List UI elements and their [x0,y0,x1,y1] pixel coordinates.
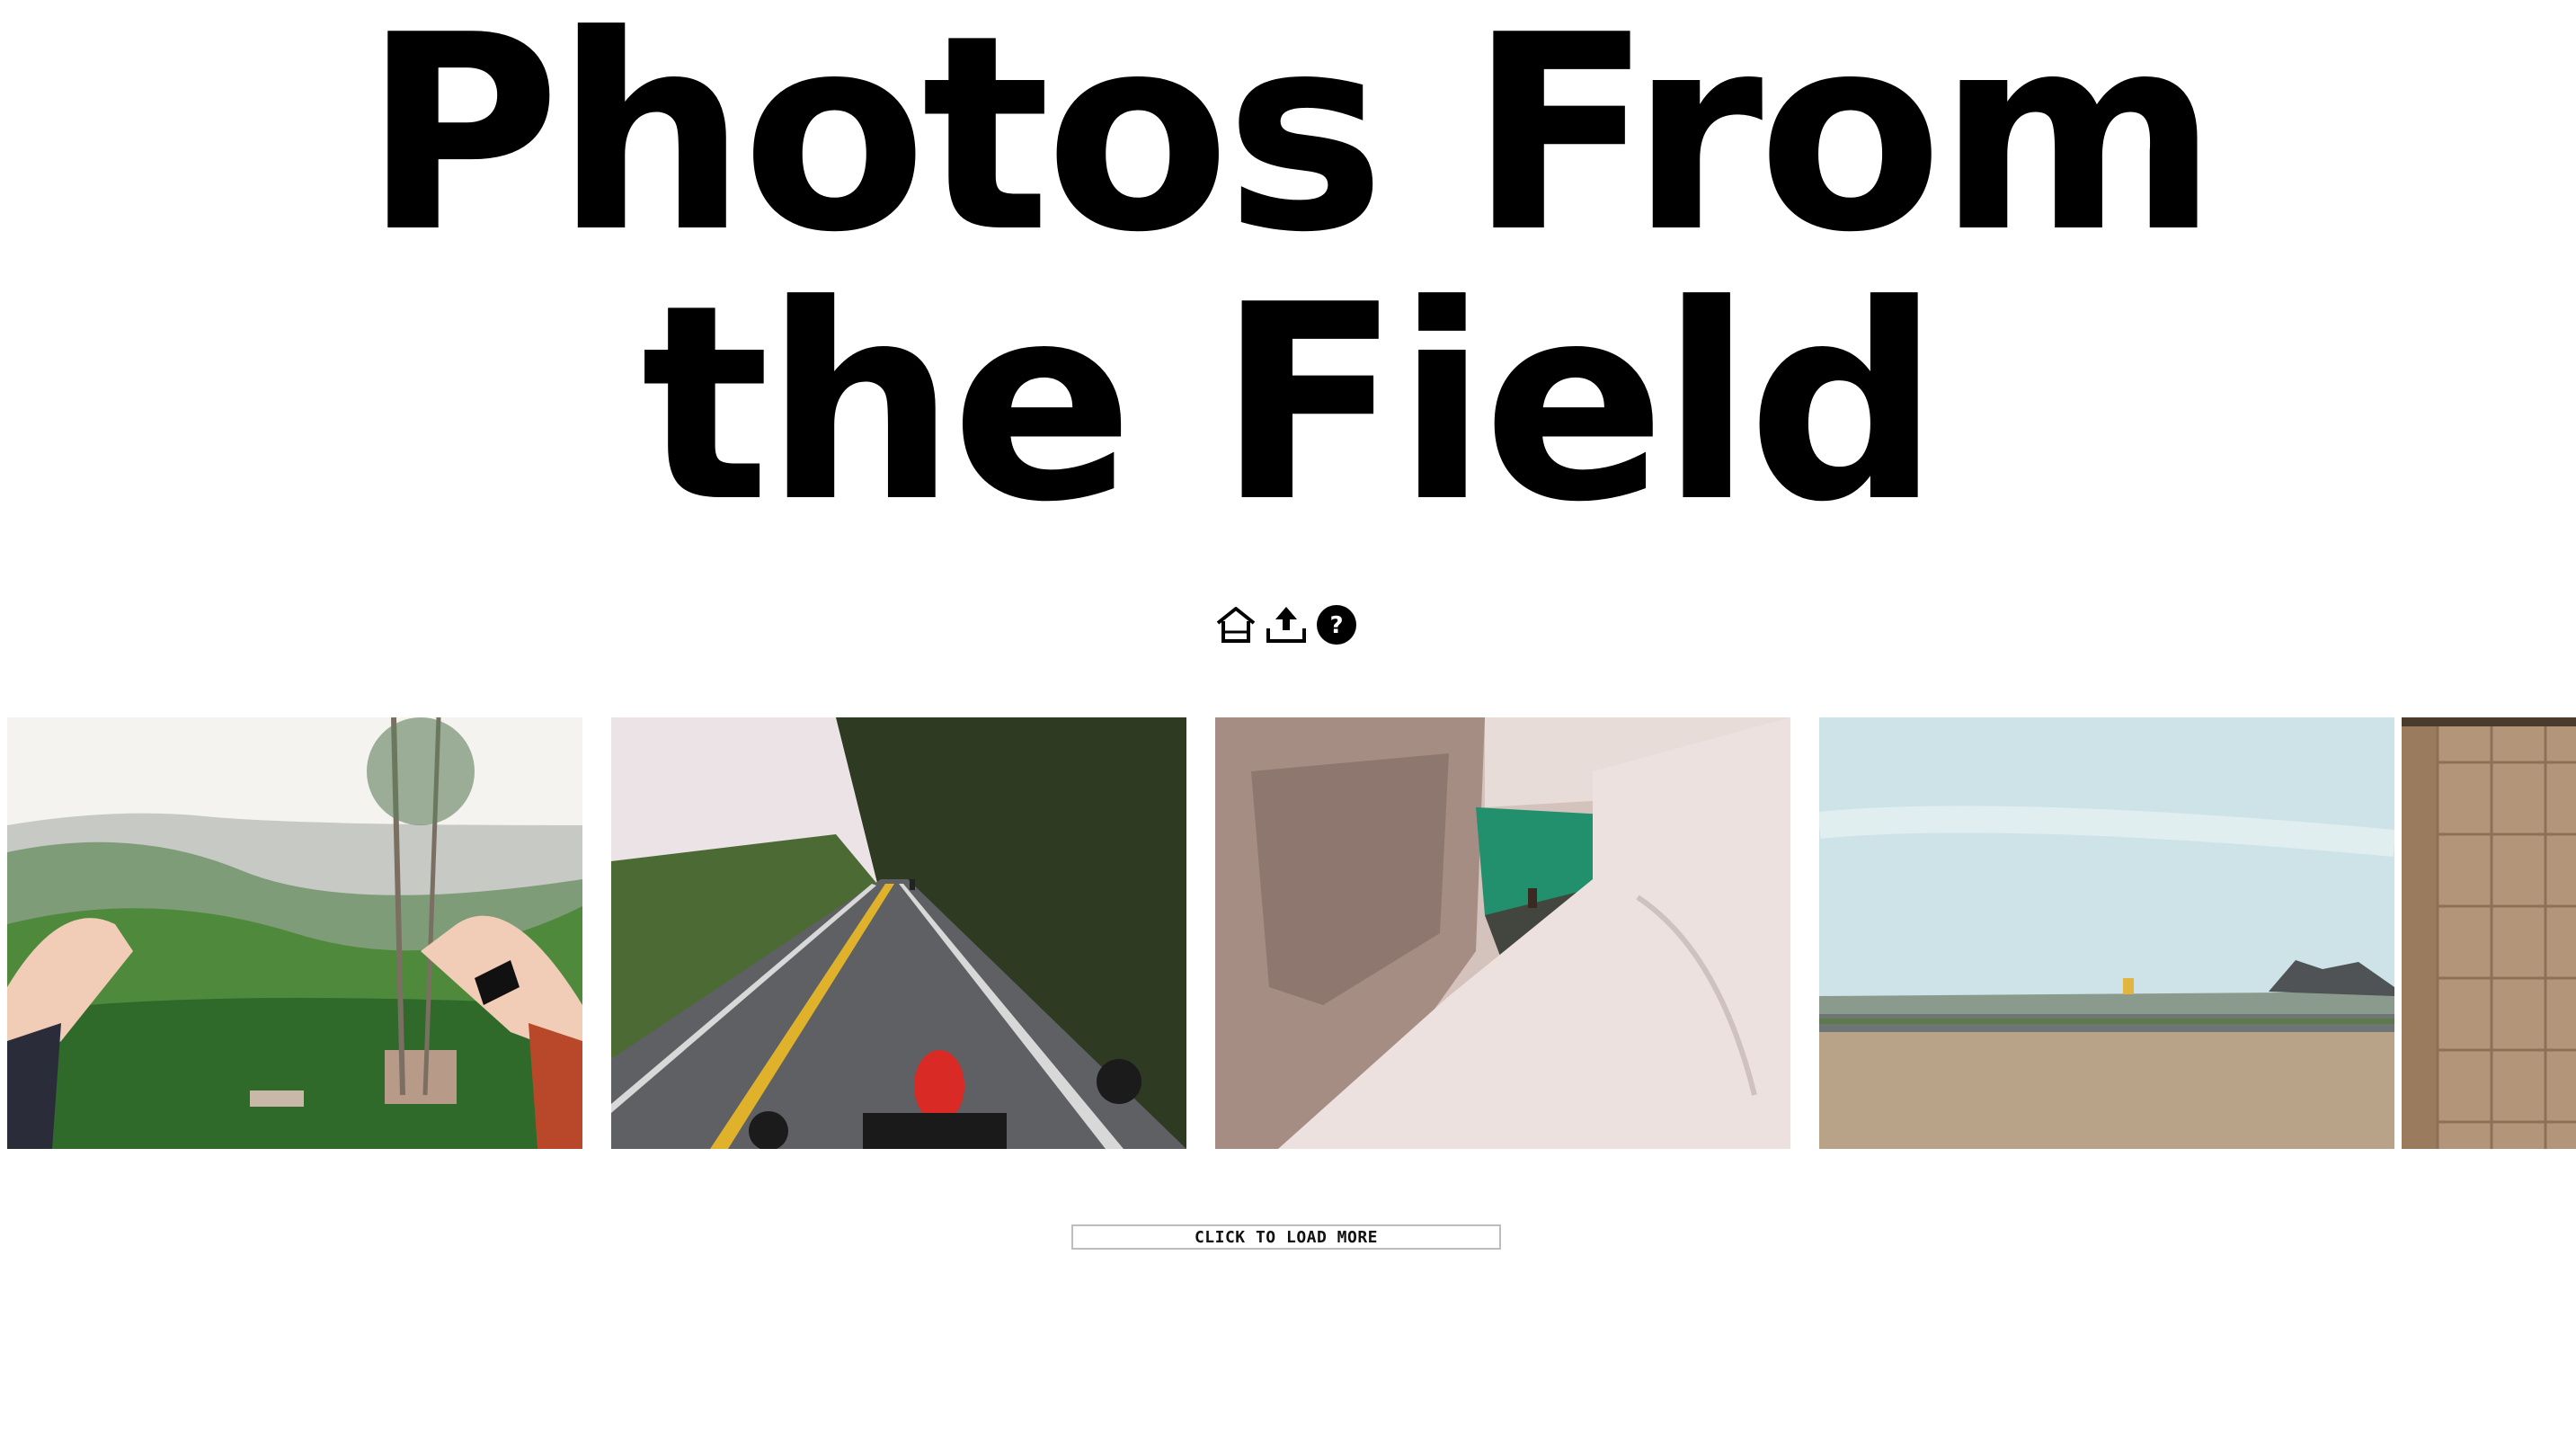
home-icon[interactable] [1213,602,1258,647]
icon-toolbar: ? [1213,601,1359,649]
gallery-photo-desert-highway[interactable] [1819,717,2394,1149]
page-title-line-1: Photos From [362,0,2218,291]
page-title-line-2: the Field [641,247,1941,561]
gallery-photo-mountain-valley[interactable] [7,717,582,1149]
page: Photos From the Field ? CLICK TO LOAD MO… [0,0,2576,1442]
gallery-photo-tiled-wall[interactable] [2402,717,2576,1149]
upload-icon[interactable] [1264,602,1309,647]
svg-text:?: ? [1329,612,1343,639]
gallery-photo-motorcycle-road[interactable] [611,717,1186,1149]
load-more-button[interactable]: CLICK TO LOAD MORE [1071,1224,1501,1250]
gallery-photo-rock-gorge[interactable] [1215,717,1790,1149]
photo-gallery [0,717,2576,1149]
help-icon[interactable]: ? [1314,602,1359,647]
